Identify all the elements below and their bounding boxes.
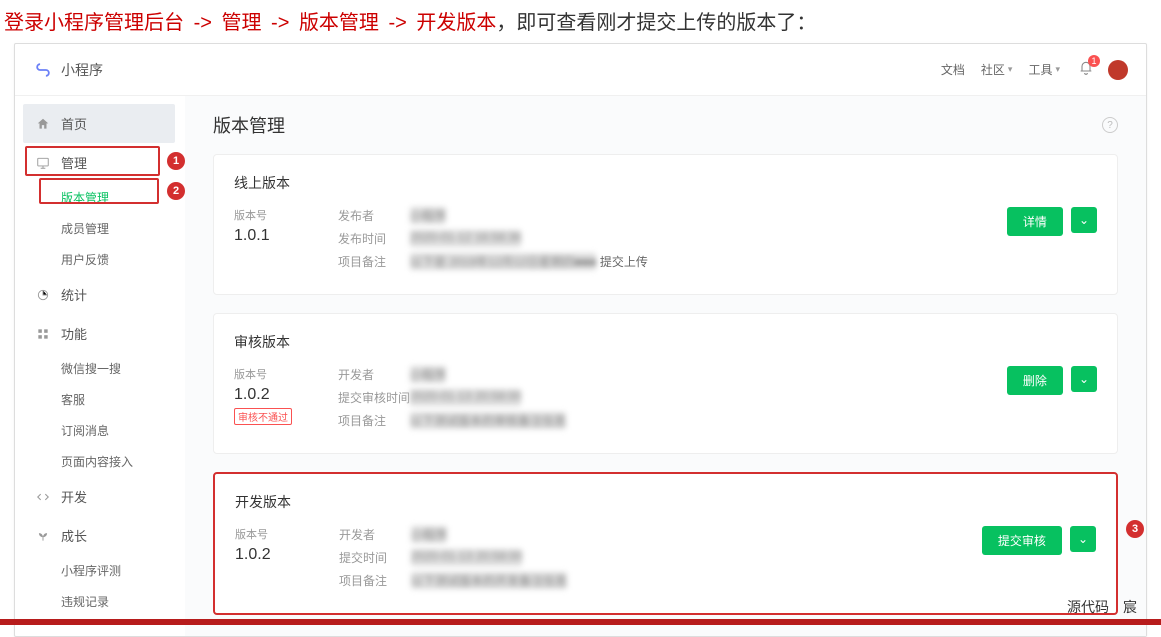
app-window: 小程序 文档 社区▾ 工具▾ 1 首页 管理 版本管理 成员管理 用户反馈 (14, 43, 1147, 637)
chevron-down-icon: ▾ (1008, 64, 1013, 75)
notif-badge: 1 (1088, 55, 1100, 67)
sidebar-develop-label: 开发 (61, 487, 87, 506)
sidebar-item-develop[interactable]: 开发 (23, 477, 175, 516)
instruction-text: 登录小程序管理后台 -> 管理 -> 版本管理 -> 开发版本，即可查看刚才提交… (0, 0, 1161, 43)
topbar: 小程序 文档 社区▾ 工具▾ 1 (15, 44, 1146, 96)
dev-version-number: 1.0.2 (235, 546, 315, 564)
help-icon[interactable]: ? (1102, 117, 1118, 133)
online-version-card: 线上版本 版本号 1.0.1 发布者小程序 发布时间2020-01-12 16:… (213, 154, 1118, 295)
version-key: 版本号 (235, 526, 315, 542)
online-more-button[interactable]: ⌄ (1071, 207, 1097, 233)
footer-decorative-bar (0, 619, 1161, 625)
review-version-number: 1.0.2 (234, 386, 314, 404)
review-time: 2020-01-13 20:58:00 (410, 389, 521, 406)
callout-3: 3 (1126, 520, 1144, 538)
sidebar-sub-version[interactable]: 版本管理 (23, 182, 175, 213)
dev-remark: 以下测试版本的开发备注信息 (411, 572, 567, 589)
home-icon (35, 116, 51, 132)
topbar-community-link[interactable]: 社区▾ (981, 61, 1013, 78)
dev-more-button[interactable]: ⌄ (1070, 526, 1096, 552)
review-remark: 以下测试版本的审核备注信息 (410, 412, 566, 429)
review-version-card: 审核版本 版本号 1.0.2 审核不通过 开发者小程序 提交审核时间2020-0… (213, 313, 1118, 454)
chevron-down-icon: ⌄ (1079, 213, 1089, 227)
sidebar-features-label: 功能 (61, 324, 87, 343)
online-pubtime: 2020-01-12 16:58:36 (410, 230, 521, 247)
sidebar-sub-pageconn[interactable]: 页面内容接入 (23, 446, 175, 477)
online-publisher: 小程序 (410, 207, 446, 224)
online-card-title: 线上版本 (234, 173, 1097, 193)
notifications-button[interactable]: 1 (1078, 59, 1094, 80)
sidebar-sub-violation[interactable]: 违规记录 (23, 586, 175, 617)
online-detail-button[interactable]: 详情 (1007, 207, 1063, 236)
dev-card-title: 开发版本 (235, 492, 1096, 512)
callout-1: 1 (167, 152, 185, 170)
version-key: 版本号 (234, 366, 314, 382)
topbar-tools-link[interactable]: 工具▾ (1028, 61, 1060, 78)
online-version-number: 1.0.1 (234, 227, 314, 245)
growth-icon (35, 528, 51, 544)
app-name: 小程序 (61, 60, 103, 80)
callout-2: 2 (167, 182, 185, 200)
chevron-down-icon: ⌄ (1079, 372, 1089, 386)
dev-submittime: 2020-01-13 20:58:00 (411, 549, 522, 566)
review-developer: 小程序 (410, 366, 446, 383)
sidebar-stats-label: 统计 (61, 285, 87, 304)
sidebar-sub-feedback[interactable]: 用户反馈 (23, 244, 175, 275)
topbar-docs-link[interactable]: 文档 (941, 61, 965, 78)
sidebar-manage-label: 管理 (61, 153, 87, 172)
review-delete-button[interactable]: 删除 (1007, 366, 1063, 395)
sidebar-item-growth[interactable]: 成长 (23, 516, 175, 555)
sidebar: 首页 管理 版本管理 成员管理 用户反馈 统计 功能 微信搜一搜 客服 订阅消息… (15, 96, 185, 636)
sidebar-item-stats[interactable]: 统计 (23, 275, 175, 314)
dev-version-card: 开发版本 版本号 1.0.2 开发者小程序 提交时间2020-01-13 20:… (213, 472, 1118, 615)
sidebar-sub-search[interactable]: 微信搜一搜 (23, 353, 175, 384)
sidebar-sub-submsg[interactable]: 订阅消息 (23, 415, 175, 446)
page-title: 版本管理 (213, 112, 1102, 138)
sidebar-item-home[interactable]: 首页 (23, 104, 175, 143)
dev-developer: 小程序 (411, 526, 447, 543)
avatar[interactable] (1108, 60, 1128, 80)
review-status-badge: 审核不通过 (234, 408, 292, 425)
version-key: 版本号 (234, 207, 314, 223)
miniprogram-logo-icon (33, 60, 53, 80)
sidebar-sub-members[interactable]: 成员管理 (23, 213, 175, 244)
sidebar-growth-label: 成长 (61, 526, 87, 545)
review-more-button[interactable]: ⌄ (1071, 366, 1097, 392)
sidebar-sub-eval[interactable]: 小程序评测 (23, 555, 175, 586)
monitor-icon (35, 155, 51, 171)
chevron-down-icon: ⌄ (1078, 532, 1088, 546)
online-remark-suffix: 提交上传 (600, 255, 648, 269)
sidebar-item-features[interactable]: 功能 (23, 314, 175, 353)
chevron-down-icon: ▾ (1055, 64, 1060, 75)
sidebar-home-label: 首页 (61, 114, 87, 133)
code-icon (35, 489, 51, 505)
main-content: 版本管理 ? 线上版本 版本号 1.0.1 发布者小程序 发布时间2020-01… (185, 96, 1146, 636)
sidebar-item-manage[interactable]: 管理 (23, 143, 175, 182)
dev-submit-review-button[interactable]: 提交审核 (982, 526, 1062, 555)
footer-credit: 源代码 宸 (1067, 597, 1137, 617)
grid-icon (35, 326, 51, 342)
sidebar-sub-csr[interactable]: 客服 (23, 384, 175, 415)
pie-chart-icon (35, 287, 51, 303)
review-card-title: 审核版本 (234, 332, 1097, 352)
